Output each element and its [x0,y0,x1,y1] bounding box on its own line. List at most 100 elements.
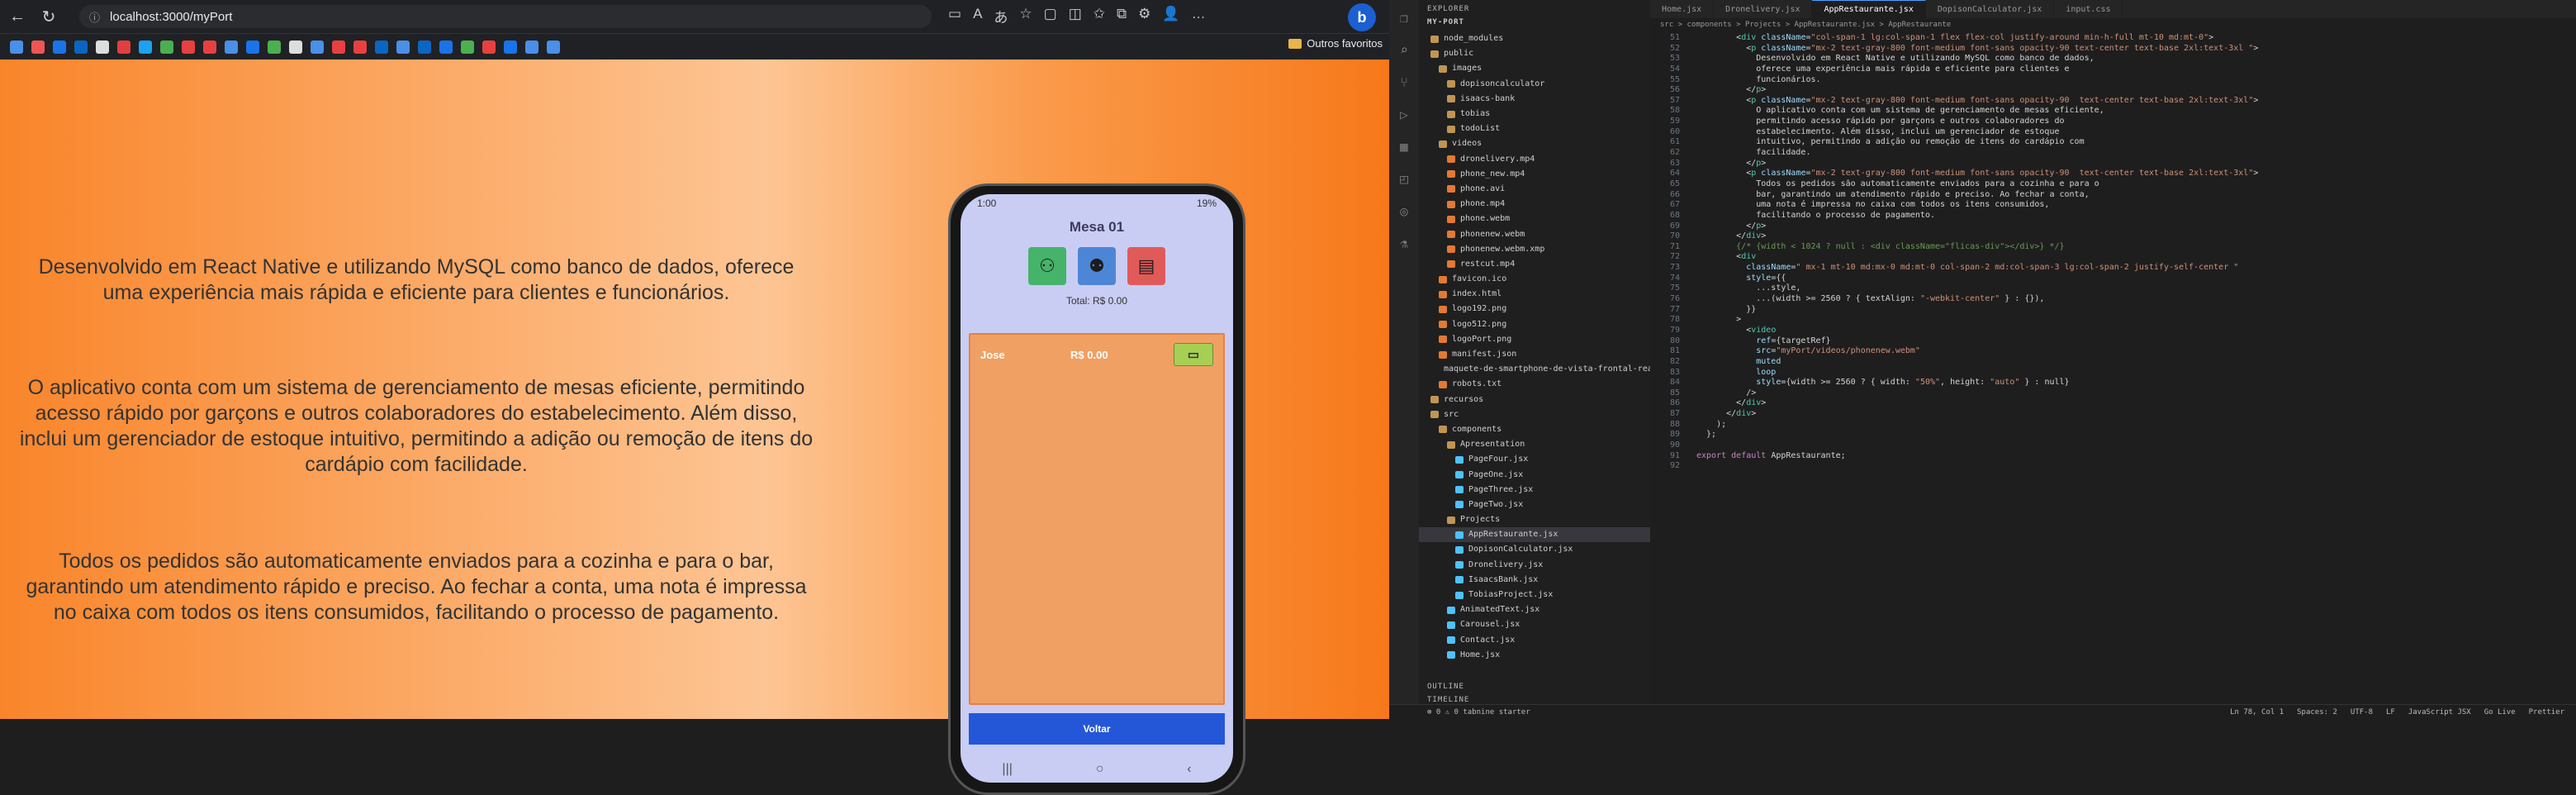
tree-file[interactable]: restcut.mp4 [1419,257,1650,272]
recent-apps-icon[interactable]: ||| [1002,762,1012,777]
breadcrumb[interactable]: src > components > Projects > AppRestaur… [1650,18,2576,31]
remote-icon[interactable]: ◰ [1400,171,1408,187]
bookmark-icon[interactable] [504,40,517,54]
status-item[interactable]: JavaScript JSX [2408,708,2471,716]
more-icon[interactable]: … [1192,6,1206,26]
tree-file[interactable]: phonenew.webm.xmp [1419,242,1650,257]
other-favorites[interactable]: Outros favoritos [1288,37,1383,50]
tree-file[interactable]: logoPort.png [1419,332,1650,347]
bookmark-icon[interactable] [482,40,496,54]
tree-file[interactable]: phone.mp4 [1419,197,1650,212]
collections-icon[interactable]: ⧉ [1117,6,1127,26]
tree-folder[interactable]: Projects [1419,512,1650,527]
run-debug-icon[interactable]: ▷ [1400,107,1408,122]
split-screen-icon[interactable]: ▭ [948,6,961,26]
tree-file[interactable]: phone.avi [1419,182,1650,197]
status-item[interactable]: UTF-8 [2351,708,2373,716]
project-name[interactable]: MY-PORT [1419,18,1650,31]
tree-file[interactable]: PageFour.jsx [1419,452,1650,467]
bookmark-icon[interactable] [10,40,23,54]
sidebar-icon[interactable]: ◫ [1069,6,1082,26]
tree-file[interactable]: Carousel.jsx [1419,617,1650,632]
tree-folder[interactable]: recursos [1419,393,1650,407]
tree-file[interactable]: Contact.jsx [1419,633,1650,648]
tree-file[interactable]: index.html [1419,287,1650,302]
tree-file[interactable]: phone_new.mp4 [1419,167,1650,182]
explorer-icon[interactable]: ❐ [1400,10,1408,26]
bookmark-icon[interactable] [139,40,152,54]
problems-status[interactable]: ⊗ 0 ⚠ 0 tabnine starter [1427,708,1530,716]
read-aloud-icon[interactable]: A [973,6,982,26]
bookmark-icon[interactable] [525,40,538,54]
tree-file[interactable]: AppRestaurante.jsx [1419,527,1650,543]
url-text[interactable]: localhost:3000/myPort [110,10,232,24]
tree-folder[interactable]: dopisoncalculator [1419,77,1650,92]
tree-file[interactable]: manifest.json [1419,347,1650,362]
status-item[interactable]: Spaces: 2 [2297,708,2337,716]
favorite-star-icon[interactable]: ☆ [1019,6,1032,26]
tree-file[interactable]: AnimatedText.jsx [1419,602,1650,617]
waiters-button[interactable]: ⚉ [1078,247,1116,285]
bookmark-icon[interactable] [439,40,453,54]
bookmark-icon[interactable] [117,40,130,54]
tree-file[interactable]: TobiasProject.jsx [1419,588,1650,602]
status-item[interactable]: Prettier [2529,708,2564,716]
tree-file[interactable]: PageOne.jsx [1419,467,1650,482]
editor-tab[interactable]: DopisonCalculator.jsx [1926,0,2055,18]
tree-folder[interactable]: images [1419,61,1650,76]
code-editor[interactable]: 51 <div className="col-span-1 lg:col-spa… [1650,33,2576,472]
status-item[interactable]: Go Live [2484,708,2516,716]
back-icon[interactable]: ← [3,2,31,31]
bill-button[interactable]: ▤ [1127,247,1165,285]
bookmark-icon[interactable] [53,40,66,54]
bookmark-icon[interactable] [547,40,560,54]
tabs-icon[interactable]: ▢ [1044,6,1057,26]
tree-file[interactable]: IsaacsBank.jsx [1419,573,1650,588]
bookmark-icon[interactable] [203,40,216,54]
tree-file[interactable]: favicon.ico [1419,272,1650,287]
tree-file[interactable]: phonenew.webm [1419,226,1650,241]
info-icon[interactable]: ⓘ [89,9,100,25]
status-item[interactable]: Ln 78, Col 1 [2230,708,2284,716]
tree-file[interactable]: DopisonCalculator.jsx [1419,542,1650,557]
editor-tab[interactable]: Home.jsx [1650,0,1715,18]
tree-file[interactable]: PageTwo.jsx [1419,497,1650,512]
favorites-icon[interactable]: ✩ [1093,6,1105,26]
bookmark-icon[interactable] [268,40,281,54]
bookmark-icon[interactable] [396,40,410,54]
editor-tab[interactable]: Dronelivery.jsx [1714,0,1813,18]
folder-icon[interactable]: ▭ [1174,343,1213,366]
tree-folder[interactable]: isaacs-bank [1419,92,1650,107]
address-bar[interactable]: ⓘ localhost:3000/myPort [79,5,932,28]
editor-tab[interactable]: AppRestaurante.jsx [1812,0,1926,18]
tree-folder[interactable]: src [1419,407,1650,422]
tree-folder[interactable]: Apresentation [1419,437,1650,452]
bookmark-icon[interactable] [418,40,431,54]
tree-file[interactable]: robots.txt [1419,377,1650,392]
extensions-icon[interactable]: ⚙ [1138,6,1150,26]
bookmark-icon[interactable] [96,40,109,54]
tree-file[interactable]: dronelivery.mp4 [1419,152,1650,167]
source-control-icon[interactable]: ⑂ [1400,74,1408,90]
bookmark-icon[interactable] [31,40,45,54]
bookmark-icon[interactable] [289,40,302,54]
status-item[interactable]: LF [2386,708,2395,716]
bookmark-icon[interactable] [353,40,367,54]
extensions-icon[interactable]: ▦ [1400,139,1408,155]
add-order-button[interactable]: ⚇ [1028,247,1066,285]
editor-tab[interactable]: input.css [2054,0,2123,18]
tree-file[interactable]: Home.jsx [1419,648,1650,663]
tree-folder[interactable]: tobias [1419,107,1650,121]
tree-folder[interactable]: public [1419,46,1650,61]
bookmark-icon[interactable] [461,40,474,54]
bookmark-icon[interactable] [375,40,388,54]
bing-button[interactable]: b [1348,3,1376,31]
bookmark-icon[interactable] [74,40,88,54]
bookmark-icon[interactable] [246,40,259,54]
reload-icon[interactable]: ↻ [35,2,63,31]
tree-file[interactable]: phone.webm [1419,212,1650,226]
bookmark-icon[interactable] [311,40,324,54]
tree-file[interactable]: PageThree.jsx [1419,483,1650,497]
bookmark-icon[interactable] [332,40,345,54]
tree-file[interactable]: maquete-de-smartphone-de-vista-frontal-r… [1419,362,1650,377]
